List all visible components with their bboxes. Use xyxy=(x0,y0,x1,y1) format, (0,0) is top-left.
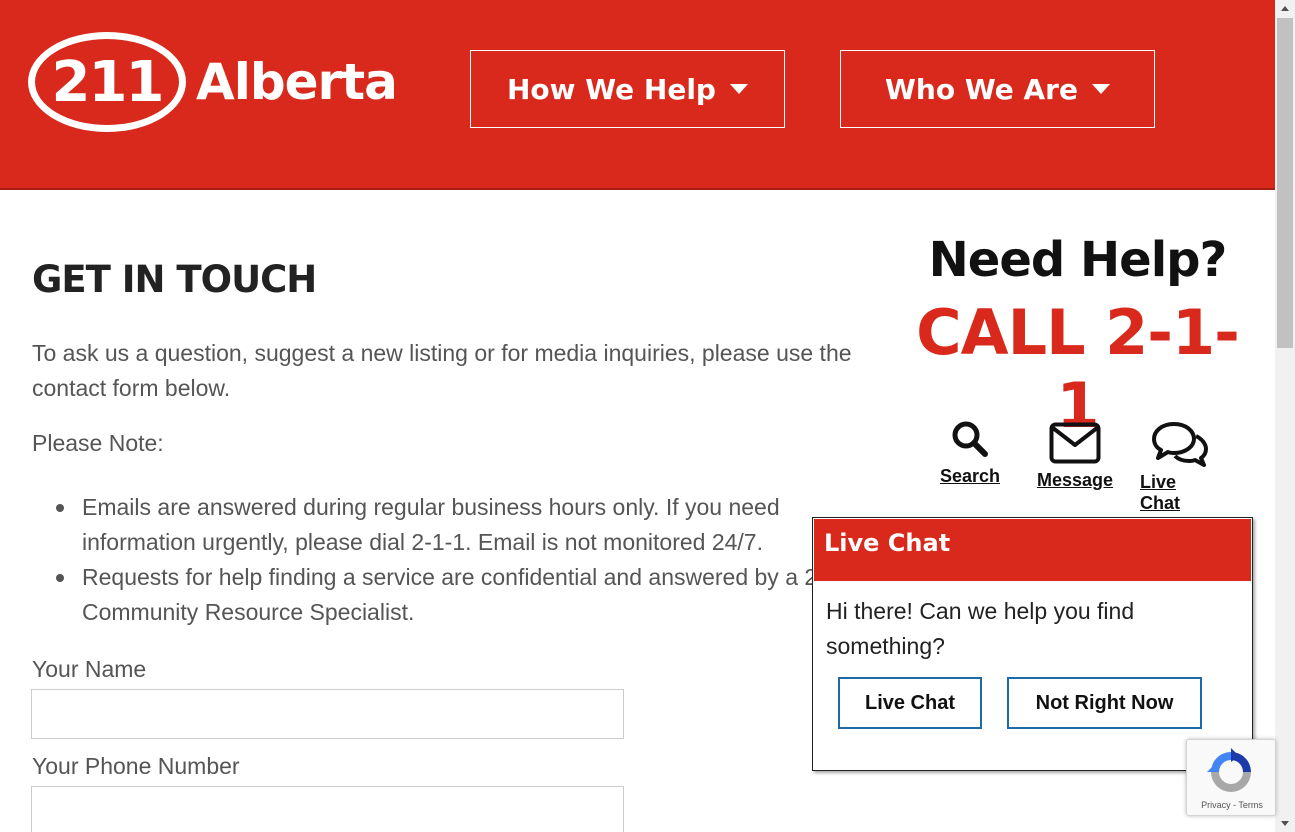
intro-text: To ask us a question, suggest a new list… xyxy=(32,340,852,401)
live-chat-link[interactable]: Live Chat xyxy=(1140,420,1220,514)
nav-how-we-help-label: How We Help xyxy=(507,72,716,106)
chat-popup-message: Hi there! Can we help you find something… xyxy=(826,598,1135,659)
nav-how-we-help[interactable]: How We Help xyxy=(470,50,785,128)
name-input[interactable] xyxy=(31,689,624,739)
vertical-scrollbar[interactable] xyxy=(1275,0,1295,832)
logo-number: 211 xyxy=(51,49,165,115)
note-label: Please Note: xyxy=(32,430,164,456)
recaptcha-badge[interactable]: Privacy - Terms xyxy=(1186,739,1276,816)
nav-who-we-are-label: Who We Are xyxy=(885,72,1078,106)
scroll-up-arrow[interactable] xyxy=(1275,0,1295,17)
need-help-heading: Need Help? xyxy=(928,232,1228,288)
list-item: Requests for help finding a service are … xyxy=(56,560,842,630)
recaptcha-icon xyxy=(1207,748,1255,801)
logo[interactable]: 211 Alberta xyxy=(28,32,398,132)
caret-down-icon xyxy=(1091,84,1110,94)
site-header: 211 Alberta How We Help Who We Are xyxy=(0,0,1275,190)
phone-input[interactable] xyxy=(31,786,624,832)
envelope-icon xyxy=(1049,422,1101,464)
nav-who-we-are[interactable]: Who We Are xyxy=(840,50,1155,128)
logo-oval: 211 xyxy=(28,32,186,132)
phone-label: Your Phone Number xyxy=(32,753,240,779)
message-link-label: Message xyxy=(1036,470,1114,490)
chat-bubbles-icon xyxy=(1150,420,1210,468)
search-link[interactable]: Search xyxy=(940,420,1000,487)
not-right-now-button[interactable]: Not Right Now xyxy=(1007,677,1202,729)
live-chat-popup: Live Chat Hi there! Can we help you find… xyxy=(812,517,1253,771)
list-item: Emails are answered during regular busin… xyxy=(56,490,842,560)
notes-list: Emails are answered during regular busin… xyxy=(56,490,842,630)
start-live-chat-button[interactable]: Live Chat xyxy=(838,677,982,729)
logo-text: Alberta xyxy=(196,53,398,111)
message-link[interactable]: Message xyxy=(1036,422,1114,491)
page-title: GET IN TOUCH xyxy=(32,258,317,301)
chat-popup-title: Live Chat xyxy=(814,519,1251,581)
recaptcha-privacy-terms[interactable]: Privacy - Terms xyxy=(1187,800,1277,810)
scroll-thumb[interactable] xyxy=(1277,18,1293,348)
caret-down-icon xyxy=(729,84,748,94)
live-chat-link-label: Live Chat xyxy=(1140,472,1180,513)
name-label: Your Name xyxy=(32,656,147,682)
search-icon xyxy=(951,420,989,458)
scroll-down-arrow[interactable] xyxy=(1275,815,1295,832)
search-link-label: Search xyxy=(939,466,1001,486)
